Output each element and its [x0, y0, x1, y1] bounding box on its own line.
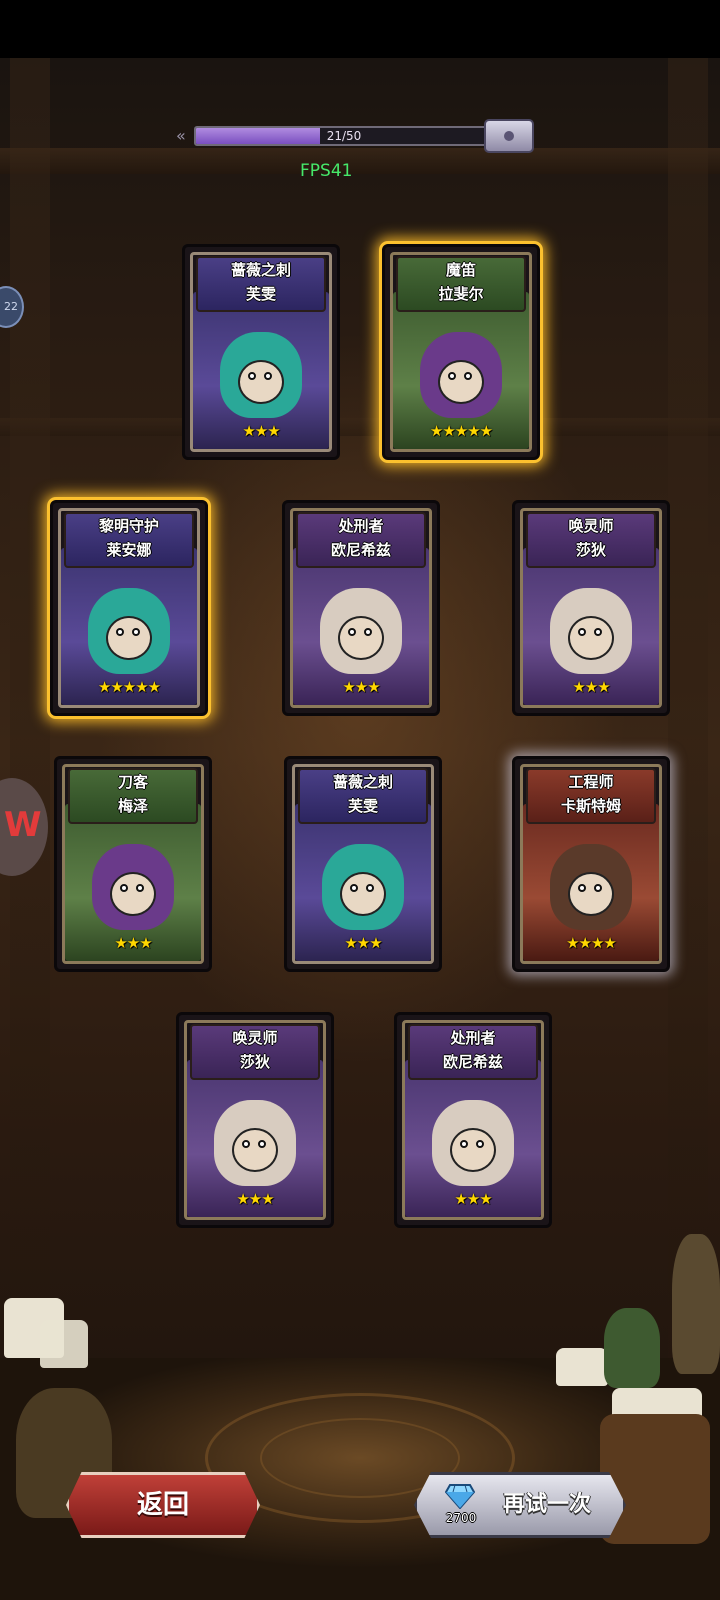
hero-eye [136, 884, 144, 892]
hero-card[interactable]: 刀客梅泽 ★★★ [54, 756, 212, 972]
star-rating: ★★★★ [566, 934, 617, 952]
hero-eye [120, 884, 128, 892]
fps-counter: FPS41 [300, 161, 353, 181]
back-button[interactable]: 返回 [66, 1472, 260, 1538]
hero-title: 唤灵师 [232, 1029, 278, 1047]
hero-face [338, 616, 384, 660]
reward-chest-icon[interactable] [484, 119, 534, 153]
progress-track: 21/50 [194, 126, 494, 146]
retry-button-label: 再试一次 [502, 1492, 591, 1517]
hero-eye [248, 372, 256, 380]
hero-name: 卡斯特姆 [560, 797, 621, 815]
star-rating: ★★★ [114, 934, 152, 952]
card-name-banner: 处刑者 欧尼希兹 [296, 512, 426, 568]
star-rating: ★★★ [342, 678, 380, 696]
collection-progress: « 21/50 [176, 119, 536, 153]
card-name-banner: 刀客 梅泽 [68, 768, 198, 824]
retry-cost: 2700 [445, 1511, 477, 1525]
progress-text: 21/50 [326, 129, 362, 143]
star-rating: ★★★ [344, 934, 382, 952]
hero-name: 莎狄 [239, 1053, 270, 1071]
retry-button[interactable]: 2700 再试一次 [414, 1472, 626, 1538]
hero-name: 芙雯 [245, 285, 276, 303]
hero-title: 处刑者 [450, 1029, 496, 1047]
hero-face [106, 616, 152, 660]
card-name-banner: 处刑者 欧尼希兹 [408, 1024, 538, 1080]
hero-title: 黎明守护 [98, 517, 159, 535]
star-rating: ★★★★★ [97, 678, 161, 696]
card-name-banner: 工程师 卡斯特姆 [526, 768, 656, 824]
card-name-banner: 蔷薇之刺 芙雯 [298, 768, 428, 824]
hero-name: 拉斐尔 [438, 285, 484, 303]
hero-eye [350, 884, 358, 892]
hero-eye [464, 372, 472, 380]
diamond-icon [445, 1484, 475, 1509]
hero-face [238, 360, 284, 404]
hero-card[interactable]: 处刑者欧尼希兹 ★★★ [394, 1012, 552, 1228]
hero-eye [476, 1140, 484, 1148]
hero-card[interactable]: 蔷薇之刺芙雯 ★★★ [284, 756, 442, 972]
hero-eye [366, 884, 374, 892]
hero-card[interactable]: 魔笛拉斐尔 ★★★★★ [382, 244, 540, 460]
hero-name: 欧尼希兹 [442, 1053, 503, 1071]
hero-title: 处刑者 [338, 517, 384, 535]
hero-face [340, 872, 386, 916]
hero-eye [116, 628, 124, 636]
hero-card[interactable]: 黎明守护莱安娜 ★★★★★ [50, 500, 208, 716]
card-name-banner: 唤灵师 莎狄 [526, 512, 656, 568]
hero-eye [264, 372, 272, 380]
hero-card[interactable]: 蔷薇之刺芙雯 ★★★ [182, 244, 340, 460]
hero-eye [258, 1140, 266, 1148]
hero-face [110, 872, 156, 916]
hero-name: 欧尼希兹 [330, 541, 391, 559]
hero-name: 梅泽 [117, 797, 148, 815]
hero-eye [242, 1140, 250, 1148]
hero-title: 魔笛 [445, 261, 476, 279]
star-rating: ★★★ [242, 422, 280, 440]
hero-title: 唤灵师 [568, 517, 614, 535]
hero-eye [594, 628, 602, 636]
hero-face [438, 360, 484, 404]
star-rating: ★★★★★ [429, 422, 493, 440]
hero-title: 工程师 [568, 773, 614, 791]
back-button-label: 返回 [136, 1490, 189, 1520]
hero-eye [578, 884, 586, 892]
hero-card[interactable]: 处刑者欧尼希兹 ★★★ [282, 500, 440, 716]
side-event-icon: W [4, 805, 42, 845]
hero-eye [578, 628, 586, 636]
hero-card[interactable]: 唤灵师莎狄 ★★★ [176, 1012, 334, 1228]
card-name-banner: 魔笛 拉斐尔 [396, 256, 526, 312]
hero-name: 莱安娜 [106, 541, 152, 559]
hero-face [232, 1128, 278, 1172]
hero-eye [594, 884, 602, 892]
hero-face [450, 1128, 496, 1172]
star-rating: ★★★ [236, 1190, 274, 1208]
card-name-banner: 蔷薇之刺 芙雯 [196, 256, 326, 312]
star-rating: ★★★ [454, 1190, 492, 1208]
hero-title: 蔷薇之刺 [332, 773, 393, 791]
star-rating: ★★★ [572, 678, 610, 696]
card-name-banner: 唤灵师 莎狄 [190, 1024, 320, 1080]
hero-eye [348, 628, 356, 636]
hero-name: 莎狄 [575, 541, 606, 559]
hero-name: 芙雯 [347, 797, 378, 815]
hero-title: 刀客 [117, 773, 148, 791]
status-bar [0, 0, 720, 58]
hero-face [568, 616, 614, 660]
hero-eye [364, 628, 372, 636]
card-name-banner: 黎明守护 莱安娜 [64, 512, 194, 568]
hero-eye [460, 1140, 468, 1148]
hero-eye [448, 372, 456, 380]
hero-card[interactable]: 工程师卡斯特姆 ★★★★ [512, 756, 670, 972]
hero-face [568, 872, 614, 916]
hero-eye [132, 628, 140, 636]
hero-title: 蔷薇之刺 [230, 261, 291, 279]
hero-card[interactable]: 唤灵师莎狄 ★★★ [512, 500, 670, 716]
